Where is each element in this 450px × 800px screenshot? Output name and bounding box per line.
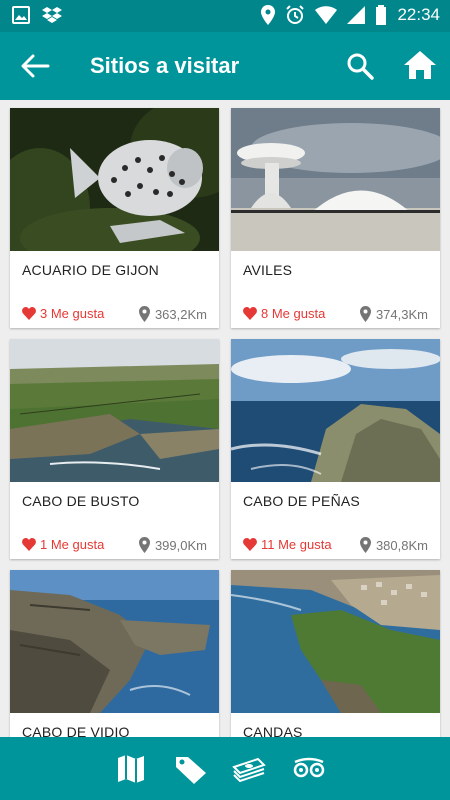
distance-label: 399,0Km <box>154 537 207 553</box>
heart-icon <box>22 538 36 551</box>
bottom-nav <box>0 737 450 800</box>
signal-icon <box>347 6 366 24</box>
money-icon[interactable] <box>232 753 266 785</box>
likes-count[interactable]: 3 Me gusta <box>22 306 104 321</box>
site-image <box>10 339 219 482</box>
likes-label: 3 Me gusta <box>40 306 105 321</box>
site-card[interactable]: CABO DE BUSTO 1 Me gusta 399,0Km <box>10 339 219 559</box>
likes-count[interactable]: 8 Me gusta <box>243 306 325 321</box>
site-card[interactable]: CANDAS <box>231 570 440 737</box>
location-icon <box>261 5 276 25</box>
likes-label: 11 Me gusta <box>261 537 332 552</box>
site-image <box>231 339 440 482</box>
tag-icon[interactable] <box>174 753 208 785</box>
distance-label: 363,2Km <box>154 306 207 322</box>
battery-icon <box>376 5 387 25</box>
site-card[interactable]: AVILES 8 Me gusta 374,3Km <box>231 108 440 328</box>
heart-icon <box>243 538 257 551</box>
search-icon[interactable] <box>345 51 375 81</box>
distance: 380,8Km <box>359 537 428 553</box>
likes-label: 1 Me gusta <box>40 537 105 552</box>
image-icon <box>12 6 30 24</box>
likes-label: 8 Me gusta <box>261 306 326 321</box>
location-pin-icon <box>359 537 371 553</box>
site-name: CABO DE PEÑAS <box>243 493 360 509</box>
distance-label: 374,3Km <box>375 306 428 322</box>
page-title: Sitios a visitar <box>90 53 240 78</box>
sites-grid: ACUARIO DE GIJON 3 Me gusta 363,2Km AVIL… <box>0 100 450 737</box>
location-pin-icon <box>359 306 371 322</box>
site-card[interactable]: ACUARIO DE GIJON 3 Me gusta 363,2Km <box>10 108 219 328</box>
site-image <box>231 570 440 713</box>
site-name: CABO DE VIDIO <box>22 724 130 737</box>
site-name: CABO DE BUSTO <box>22 493 140 509</box>
site-name: CANDAS <box>243 724 303 737</box>
tripadvisor-icon[interactable] <box>292 753 326 785</box>
distance: 374,3Km <box>359 306 428 322</box>
site-card[interactable]: CABO DE VIDIO <box>10 570 219 737</box>
site-image <box>231 108 440 251</box>
site-image <box>10 108 219 251</box>
alarm-icon <box>286 5 305 24</box>
distance-label: 380,8Km <box>375 537 428 553</box>
distance: 363,2Km <box>138 306 207 322</box>
app-bar: Sitios a visitar <box>0 32 450 100</box>
site-card[interactable]: CABO DE PEÑAS 11 Me gusta 380,8Km <box>231 339 440 559</box>
likes-count[interactable]: 1 Me gusta <box>22 537 104 552</box>
location-pin-icon <box>138 306 150 322</box>
map-icon[interactable] <box>114 753 148 785</box>
status-time: 22:34 <box>397 5 440 24</box>
status-bar: 22:34 <box>0 0 450 32</box>
likes-count[interactable]: 11 Me gusta <box>243 537 332 552</box>
distance: 399,0Km <box>138 537 207 553</box>
dropbox-icon <box>42 7 62 23</box>
home-icon[interactable] <box>403 49 437 81</box>
wifi-icon <box>315 6 338 24</box>
location-pin-icon <box>138 537 150 553</box>
site-name: ACUARIO DE GIJON <box>22 262 159 278</box>
heart-icon <box>22 307 36 320</box>
back-arrow-icon[interactable] <box>20 52 50 80</box>
site-name: AVILES <box>243 262 293 278</box>
heart-icon <box>243 307 257 320</box>
site-image <box>10 570 219 713</box>
